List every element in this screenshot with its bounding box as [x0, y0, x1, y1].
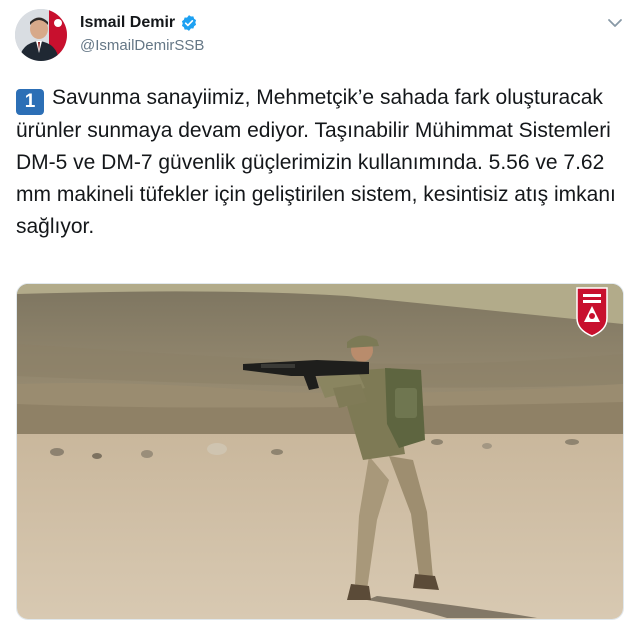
tweet-body: 1 Savunma sanayiimiz, Mehmetçik’e sahada … [16, 82, 616, 243]
author-display-name[interactable]: Ismail Demir [80, 14, 175, 32]
ssb-emblem-icon [576, 287, 608, 337]
tweet-text: Savunma sanayiimiz, Mehmetçik’e sahada f… [16, 86, 622, 238]
chevron-down-icon[interactable] [606, 14, 624, 32]
tweet-media[interactable] [16, 283, 624, 620]
thread-number-badge: 1 [16, 89, 44, 115]
soldier-firing-rifle-photo-icon [17, 284, 623, 619]
verified-badge-icon [182, 15, 197, 31]
author-avatar[interactable] [15, 9, 67, 61]
author-handle[interactable]: @IsmailDemirSSB [80, 37, 204, 54]
profile-photo-icon [15, 9, 67, 61]
